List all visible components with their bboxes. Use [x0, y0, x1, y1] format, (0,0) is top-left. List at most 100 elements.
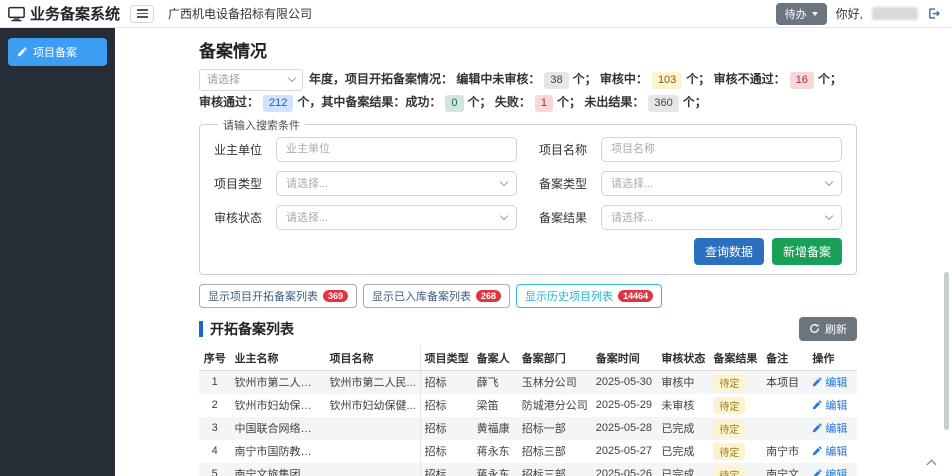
sidebar-item-project-filing[interactable]: 项目备案 [8, 38, 107, 66]
cell-owner-name: 南宁市国防教育训... [234, 446, 326, 459]
cell-filing-date: 2025-05-30 [595, 376, 653, 389]
sidebar-item-label: 项目备案 [33, 47, 77, 59]
column-header: 备案结果 [709, 345, 763, 371]
cell-filer: 黄福康 [476, 423, 510, 436]
edit-icon [813, 469, 823, 476]
todo-label: 待办 [784, 8, 807, 21]
cell-owner-name: 钦州市妇幼保健院 [234, 400, 323, 413]
edit-link[interactable]: 编辑 [812, 466, 847, 476]
user-name-redacted [872, 7, 918, 20]
audit-status-select[interactable]: 请选择... [276, 204, 517, 230]
cell-filing-date: 2025-05-26 [595, 468, 653, 476]
cell-remark: 南宁市 [766, 446, 800, 459]
filing-type-select[interactable]: 请选择... [601, 170, 842, 196]
cell-no: 5 [211, 468, 218, 476]
cell-filer: 薛飞 [476, 377, 499, 390]
edit-link[interactable]: 编辑 [812, 397, 847, 413]
cell-no: 3 [211, 422, 218, 435]
pending-badge: 待定 [713, 373, 746, 391]
stat-count-badge: 212 [263, 94, 294, 112]
cell-actions: 编辑 [808, 463, 857, 476]
edit-label: 编辑 [825, 446, 848, 459]
cell-project-type: 招标 [424, 469, 447, 476]
column-header: 备案人 [472, 345, 518, 371]
cell-remark: 南宁文. [766, 469, 803, 476]
pending-badge: 待定 [713, 465, 746, 476]
cell-department: 招标三部 [521, 469, 566, 476]
edit-label: 编辑 [825, 377, 848, 390]
add-filing-button[interactable]: 新增备案 [771, 237, 842, 265]
stats-summary: 请选择 年度，项目开拓备案情况： 编辑中未审核： 38 个； 审核中： 103 个； 审… [199, 68, 857, 113]
cell-filing-date: 2025-05-28 [595, 422, 653, 435]
select-value: 请选择... [286, 212, 329, 225]
cell-project-name: 钦州市第二人民... [325, 370, 421, 394]
field-label: 备案类型 [539, 176, 588, 191]
cell-audit-status: 审核中 [661, 377, 695, 390]
select-value: 请选择... [611, 178, 654, 191]
cell-project-name [325, 462, 421, 476]
table-row: 1 钦州市第二人民医院 钦州市第二人民... 招标 薛飞 玉林分公司 2025-05-30 审… [199, 370, 857, 394]
edit-label: 编辑 [825, 423, 848, 436]
page-title: 备案情况 [199, 42, 267, 61]
search-field: 备案结果 请选择... [539, 204, 842, 230]
column-header: 备案时间 [591, 345, 658, 371]
edit-link[interactable]: 编辑 [812, 374, 847, 390]
scrollbar-thumb[interactable] [944, 272, 949, 430]
tab-list[interactable]: 显示项目开拓备案列表 369 [199, 283, 358, 308]
project-type-select[interactable]: 请选择... [276, 170, 517, 196]
cell-project-type: 招标 [424, 400, 447, 413]
stats-text: 个； 审核不通过： [686, 72, 786, 86]
column-header: 操作 [808, 345, 857, 371]
field-label: 备案结果 [539, 210, 588, 225]
tab-count-badge: 369 [323, 289, 349, 302]
tab-label: 显示项目开拓备案列表 [208, 290, 318, 303]
owner-unit-input[interactable] [276, 136, 517, 162]
caret-down-icon [811, 11, 818, 16]
edit-link[interactable]: 编辑 [812, 420, 847, 436]
edit-link[interactable]: 编辑 [812, 443, 847, 459]
edit-icon [813, 446, 823, 456]
cell-project-type: 招标 [424, 377, 447, 390]
search-field: 审核状态 请选择... [214, 204, 517, 230]
query-data-button[interactable]: 查询数据 [693, 237, 764, 265]
cell-remark: 本项目 [766, 377, 800, 390]
stats-text: 年度，项目开拓备案情况： 编辑中未审核： [309, 72, 541, 86]
select-value: 请选择... [286, 178, 329, 191]
back-to-top-button[interactable] [926, 455, 937, 473]
cell-project-name [325, 416, 421, 440]
tab-history-projects[interactable]: 显示历史项目列表 14464 [516, 283, 663, 308]
menu-toggle-button[interactable] [130, 4, 154, 23]
cell-owner-name: 中国联合网络通信... [234, 423, 326, 436]
stat-count-badge: 1 [534, 94, 553, 112]
main-area: 备案情况 请选择 年度，项目开拓备案情况： 编辑中未审核： 38 个； 审核中： 10… [115, 28, 952, 476]
logout-icon[interactable] [927, 7, 940, 20]
tab-label: 显示历史项目列表 [525, 290, 614, 303]
refresh-icon [810, 324, 819, 334]
year-select[interactable]: 请选择 [199, 68, 303, 91]
stats-text: 个； [682, 94, 707, 109]
search-field: 项目类型 请选择... [214, 170, 517, 196]
tab-count-badge: 14464 [618, 289, 654, 302]
cell-no: 1 [211, 376, 218, 389]
tab-list[interactable]: 显示已入库备案列表 268 [363, 283, 511, 308]
cell-actions: 编辑 [808, 370, 857, 394]
cell-department: 招标三部 [521, 446, 566, 459]
edit-label: 编辑 [825, 469, 848, 476]
cell-remark [762, 417, 808, 440]
field-label: 项目类型 [214, 176, 263, 191]
app-brand: 业务备案系统 [8, 3, 120, 24]
todo-dropdown-button[interactable]: 待办 [775, 2, 827, 25]
filing-result-select[interactable]: 请选择... [601, 204, 842, 230]
stat-count-badge: 103 [651, 72, 683, 89]
project-name-input[interactable] [601, 136, 842, 162]
chevron-down-icon [287, 74, 297, 83]
cell-project-name: 钦州市妇幼保健... [325, 393, 421, 417]
search-field: 备案类型 请选择... [539, 170, 842, 196]
column-header: 项目类型 [420, 345, 473, 371]
refresh-button[interactable]: 刷新 [799, 316, 857, 341]
pending-badge: 待定 [713, 442, 746, 460]
search-form: 请输入搜索条件 业主单位项目名称项目类型请选择...备案类型请选择...审核状态… [199, 116, 857, 275]
stats-text: 个； 未出结果： [556, 94, 645, 109]
column-header: 备注 [762, 345, 809, 371]
column-header: 备案部门 [517, 345, 592, 371]
